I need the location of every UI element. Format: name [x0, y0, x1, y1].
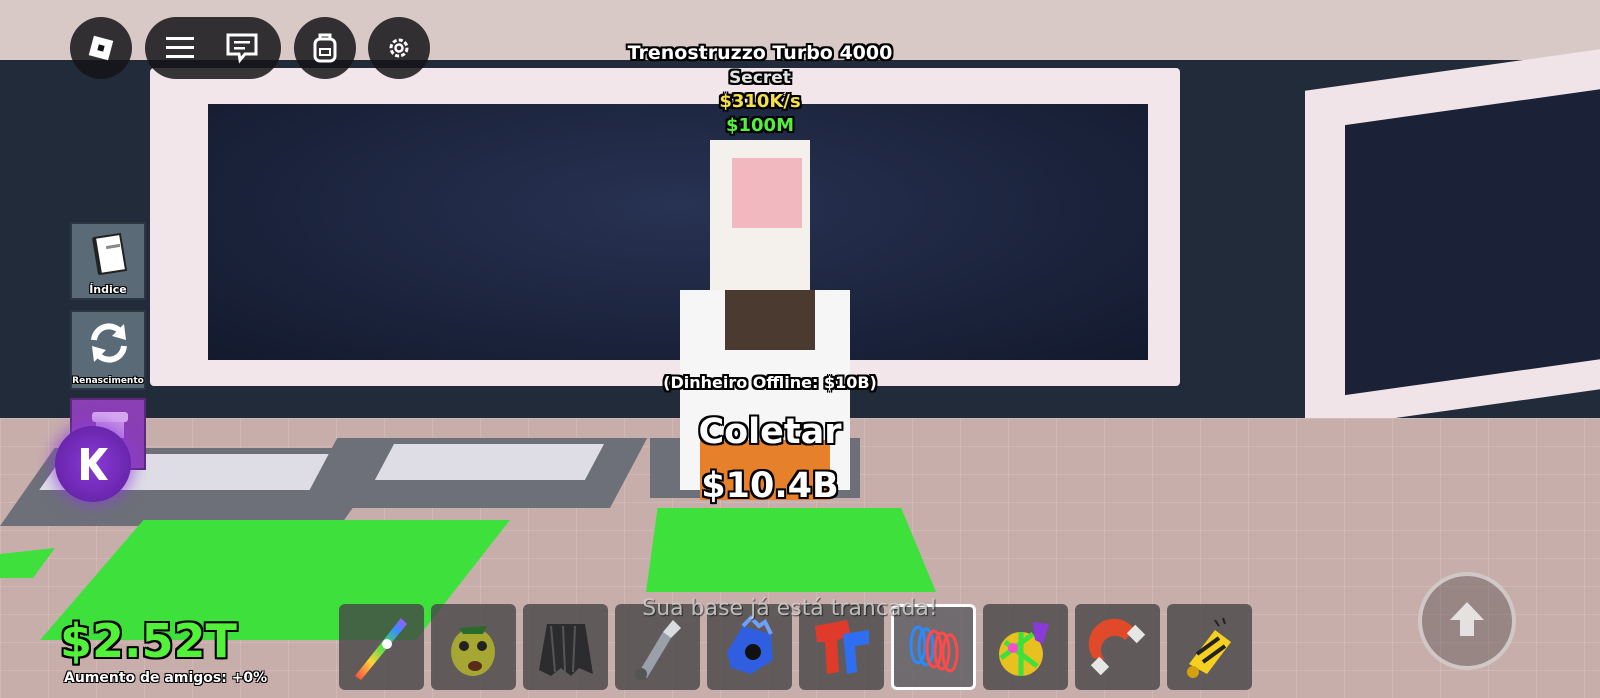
offline-money-label: (Dinheiro Offline: $10B)	[663, 373, 877, 392]
red-blue-blaster-icon	[815, 620, 869, 674]
cash-amount: $2.52T	[60, 614, 237, 668]
roblox-logo-icon	[88, 35, 114, 61]
kreekcraft-badge[interactable]	[55, 426, 131, 502]
pet-income: $310K/s	[719, 91, 801, 112]
rainbow-sword-icon	[355, 618, 407, 680]
hotbar-slot[interactable]	[523, 604, 608, 690]
pet-rarity: Secret	[729, 68, 791, 88]
k-logo-icon	[81, 448, 108, 480]
dark-cape-icon	[539, 624, 593, 676]
collect-amount: $10.4B	[701, 466, 839, 506]
pet-name: Trenostruzzo Turbo 4000	[627, 42, 893, 64]
platform-middle	[300, 438, 648, 508]
hotbar-slot[interactable]	[339, 604, 424, 690]
magnet-icon	[1088, 618, 1146, 676]
chat-icon[interactable]	[225, 32, 259, 64]
hotbar-slot[interactable]	[431, 604, 516, 690]
book-icon	[92, 232, 128, 276]
bee-launcher-icon	[1187, 617, 1231, 678]
gear-icon	[389, 38, 409, 58]
friends-boost-label: Aumento de amigos: +0%	[64, 670, 268, 686]
hotbar-slot[interactable]	[983, 604, 1068, 690]
rebirth-label: Renascimento	[72, 376, 144, 386]
spring-coil-icon	[909, 625, 959, 673]
zombie-head-icon	[451, 626, 495, 676]
disco-ball-icon	[999, 622, 1049, 676]
jump-button[interactable]	[1418, 572, 1516, 670]
backpack-button[interactable]	[294, 17, 356, 79]
green-pad-center	[646, 508, 936, 592]
backpack-icon	[313, 33, 337, 63]
collect-button[interactable]: Coletar	[660, 412, 880, 452]
blue-glove-icon	[727, 615, 773, 674]
arrow-up-icon	[1450, 602, 1484, 636]
hotbar-slot[interactable]	[1075, 604, 1160, 690]
index-button[interactable]: Índice	[70, 222, 146, 300]
top-bar-pill	[145, 17, 281, 79]
base-locked-notice: Sua base já está trancada!	[642, 596, 938, 621]
rebirth-button[interactable]: Renascimento	[70, 310, 146, 390]
pet-price: $100M	[725, 115, 794, 136]
index-label: Índice	[89, 283, 127, 296]
side-window-frame	[1305, 49, 1600, 431]
hamburger-menu-icon[interactable]	[165, 35, 195, 61]
refresh-icon	[91, 323, 127, 363]
brainrot-character[interactable]	[680, 140, 850, 510]
settings-button[interactable]	[368, 17, 430, 79]
roblox-menu-button[interactable]	[70, 17, 132, 79]
flashlight-icon	[635, 620, 681, 680]
hotbar-slot[interactable]	[1167, 604, 1252, 690]
